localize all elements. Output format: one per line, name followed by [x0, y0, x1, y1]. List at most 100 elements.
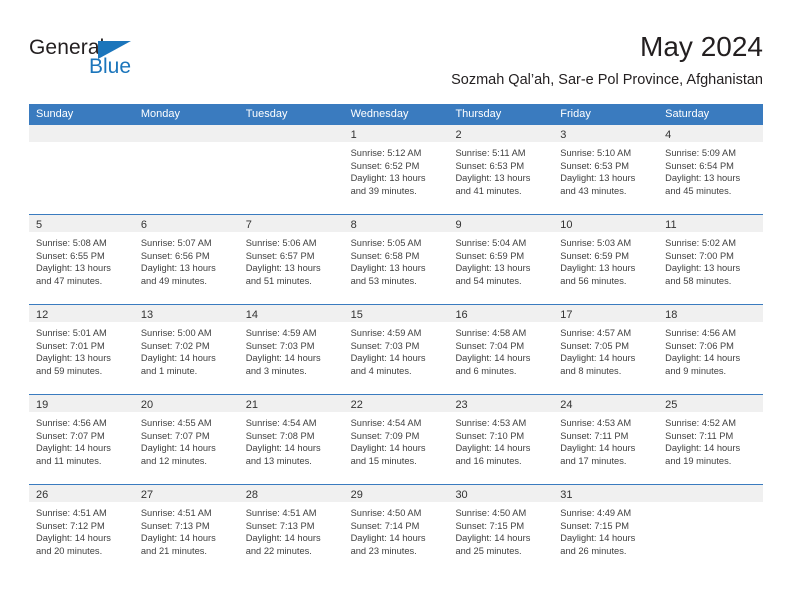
sunset-text: Sunset: 7:03 PM [350, 340, 420, 351]
daylight-text-line1: Daylight: 14 hours [140, 443, 216, 454]
calendar-day-cell[interactable]: 11 Sunrise: 5:02 AM Sunset: 7:00 PM Dayligh… [658, 215, 764, 304]
daylight-text-line2: and 22 minutes. [245, 545, 312, 556]
day-details: Sunrise: 4:57 AM Sunset: 7:05 PM Daylight:… [553, 322, 658, 383]
calendar-day-cell[interactable]: 2 Sunrise: 5:11 AM Sunset: 6:53 PM Daylight… [448, 125, 554, 214]
day-number-strip: 13 [133, 305, 239, 322]
day-details: Sunrise: 5:04 AM Sunset: 6:59 PM Daylight:… [448, 232, 553, 293]
calendar-day-cell[interactable]: 25 Sunrise: 4:52 AM Sunset: 7:11 PM Dayligh… [658, 395, 764, 484]
daylight-text-line2: and 1 minute. [140, 365, 198, 376]
day-number: 5 [36, 219, 43, 231]
calendar-day-cell[interactable]: 16 Sunrise: 4:58 AM Sunset: 7:04 PM Dayligh… [448, 305, 554, 394]
day-details: Sunrise: 5:01 AM Sunset: 7:01 PM Daylight:… [29, 322, 134, 383]
calendar-day-cell[interactable]: 26 Sunrise: 4:51 AM Sunset: 7:12 PM Dayligh… [29, 485, 134, 574]
day-number-strip: 21 [238, 395, 344, 412]
general-blue-logo[interactable]: General Blue [29, 36, 159, 84]
day-details: Sunrise: 4:56 AM Sunset: 7:06 PM Daylight:… [658, 322, 763, 383]
calendar-day-cell[interactable]: 18 Sunrise: 4:56 AM Sunset: 7:06 PM Dayligh… [658, 305, 764, 394]
sunset-text: Sunset: 6:57 PM [245, 250, 315, 261]
title-block: May 2024 Sozmah Qal’ah, Sar-e Pol Provin… [451, 30, 763, 90]
day-number: 11 [665, 219, 677, 231]
calendar-empty-cell [658, 485, 764, 574]
sunrise-text: Sunrise: 4:50 AM [455, 508, 527, 518]
day-number: 25 [665, 399, 678, 411]
calendar-week-row: 5 Sunrise: 5:08 AM Sunset: 6:55 PM Daylight… [29, 214, 764, 304]
calendar-day-cell[interactable]: 15 Sunrise: 4:59 AM Sunset: 7:03 PM Dayligh… [343, 305, 449, 394]
calendar-day-cell[interactable]: 21 Sunrise: 4:54 AM Sunset: 7:08 PM Dayligh… [238, 395, 344, 484]
page-header: General Blue May 2024 Sozmah Qal’ah, Sar… [29, 30, 763, 100]
day-number-strip: 9 [448, 215, 554, 232]
calendar-day-cell[interactable]: 8 Sunrise: 5:05 AM Sunset: 6:58 PM Daylight… [343, 215, 449, 304]
page-subtitle: Sozmah Qal’ah, Sar-e Pol Province, Afgha… [451, 72, 763, 88]
day-details: Sunrise: 5:12 AM Sunset: 6:52 PM Daylight:… [344, 142, 449, 203]
calendar-day-cell[interactable]: 14 Sunrise: 4:59 AM Sunset: 7:03 PM Dayligh… [238, 305, 344, 394]
day-details: Sunrise: 4:50 AM Sunset: 7:15 PM Daylight:… [448, 502, 553, 563]
calendar-day-cell[interactable]: 24 Sunrise: 4:53 AM Sunset: 7:11 PM Dayligh… [553, 395, 659, 484]
calendar-day-cell[interactable]: 12 Sunrise: 5:01 AM Sunset: 7:01 PM Dayligh… [29, 305, 134, 394]
sunset-text: Sunset: 7:04 PM [455, 340, 525, 351]
sunset-text: Sunset: 7:10 PM [455, 430, 525, 441]
day-number-strip [658, 485, 764, 502]
daylight-text-line1: Daylight: 14 hours [455, 353, 531, 364]
weekday-header-wednesday: Wednesday [350, 108, 409, 120]
calendar-day-cell[interactable]: 17 Sunrise: 4:57 AM Sunset: 7:05 PM Dayligh… [553, 305, 659, 394]
day-details: Sunrise: 4:51 AM Sunset: 7:13 PM Daylight:… [239, 502, 344, 563]
day-number: 10 [560, 219, 573, 231]
day-number: 19 [36, 399, 49, 411]
calendar-day-cell[interactable]: 29 Sunrise: 4:50 AM Sunset: 7:14 PM Dayligh… [343, 485, 449, 574]
day-number: 9 [455, 219, 462, 231]
day-number: 2 [455, 129, 462, 141]
daylight-text-line1: Daylight: 14 hours [36, 533, 111, 544]
day-details: Sunrise: 5:10 AM Sunset: 6:53 PM Daylight:… [553, 142, 658, 203]
calendar-day-cell[interactable]: 20 Sunrise: 4:55 AM Sunset: 7:07 PM Dayligh… [133, 395, 239, 484]
daylight-text-line1: Daylight: 14 hours [560, 353, 636, 364]
sunset-text: Sunset: 7:06 PM [665, 340, 734, 351]
sunrise-text: Sunrise: 4:52 AM [665, 418, 736, 428]
weekday-header-sunday: Sunday [36, 108, 74, 120]
calendar-day-cell[interactable]: 3 Sunrise: 5:10 AM Sunset: 6:53 PM Daylight… [553, 125, 659, 214]
daylight-text-line1: Daylight: 13 hours [36, 353, 111, 364]
day-number: 6 [140, 219, 147, 231]
daylight-text-line1: Daylight: 14 hours [350, 353, 426, 364]
day-details: Sunrise: 4:58 AM Sunset: 7:04 PM Daylight:… [448, 322, 553, 383]
calendar-day-cell[interactable]: 31 Sunrise: 4:49 AM Sunset: 7:15 PM Dayligh… [553, 485, 659, 574]
sunrise-text: Sunrise: 4:49 AM [560, 508, 632, 518]
sunset-text: Sunset: 7:13 PM [140, 520, 210, 531]
daylight-text-line1: Daylight: 14 hours [560, 533, 636, 544]
daylight-text-line2: and 43 minutes. [560, 185, 627, 196]
calendar-day-cell[interactable]: 22 Sunrise: 4:54 AM Sunset: 7:09 PM Dayligh… [343, 395, 449, 484]
logo-text-blue: Blue [89, 55, 132, 78]
day-number: 26 [36, 489, 49, 501]
sunset-text: Sunset: 7:07 PM [36, 430, 105, 441]
day-number: 31 [560, 489, 573, 501]
calendar-day-cell[interactable]: 5 Sunrise: 5:08 AM Sunset: 6:55 PM Daylight… [29, 215, 134, 304]
weekday-header-thursday: Thursday [455, 108, 502, 120]
calendar-day-cell[interactable]: 27 Sunrise: 4:51 AM Sunset: 7:13 PM Dayligh… [133, 485, 239, 574]
calendar-day-cell[interactable]: 6 Sunrise: 5:07 AM Sunset: 6:56 PM Daylight… [133, 215, 239, 304]
sunrise-text: Sunrise: 4:51 AM [140, 508, 212, 518]
day-details [239, 142, 344, 153]
weekday-header-row: Sunday Monday Tuesday Wednesday Thursday Frid… [29, 104, 763, 125]
daylight-text-line2: and 3 minutes. [245, 365, 307, 376]
sunrise-text: Sunrise: 5:07 AM [140, 238, 212, 248]
daylight-text-line2: and 12 minutes. [140, 455, 208, 466]
daylight-text-line2: and 26 minutes. [560, 545, 627, 556]
calendar-day-cell[interactable]: 19 Sunrise: 4:56 AM Sunset: 7:07 PM Dayligh… [29, 395, 134, 484]
sunrise-text: Sunrise: 5:12 AM [350, 148, 422, 158]
day-details: Sunrise: 5:05 AM Sunset: 6:58 PM Daylight:… [344, 232, 449, 293]
calendar-day-cell[interactable]: 4 Sunrise: 5:09 AM Sunset: 6:54 PM Daylight… [658, 125, 764, 214]
sunset-text: Sunset: 6:53 PM [455, 160, 525, 171]
day-number: 18 [665, 309, 678, 321]
calendar-day-cell[interactable]: 9 Sunrise: 5:04 AM Sunset: 6:59 PM Daylight… [448, 215, 554, 304]
sunrise-text: Sunrise: 4:54 AM [245, 418, 317, 428]
daylight-text-line2: and 20 minutes. [36, 545, 103, 556]
calendar-day-cell[interactable]: 7 Sunrise: 5:06 AM Sunset: 6:57 PM Daylight… [238, 215, 344, 304]
calendar-day-cell[interactable]: 13 Sunrise: 5:00 AM Sunset: 7:02 PM Dayligh… [133, 305, 239, 394]
calendar-day-cell[interactable]: 30 Sunrise: 4:50 AM Sunset: 7:15 PM Dayligh… [448, 485, 554, 574]
calendar-day-cell[interactable]: 28 Sunrise: 4:51 AM Sunset: 7:13 PM Dayligh… [238, 485, 344, 574]
sunrise-text: Sunrise: 5:11 AM [455, 148, 526, 158]
calendar-day-cell[interactable]: 23 Sunrise: 4:53 AM Sunset: 7:10 PM Dayligh… [448, 395, 554, 484]
sunrise-text: Sunrise: 5:01 AM [36, 328, 107, 338]
daylight-text-line1: Daylight: 13 hours [455, 263, 531, 274]
calendar-day-cell[interactable]: 10 Sunrise: 5:03 AM Sunset: 6:59 PM Dayligh… [553, 215, 659, 304]
calendar-day-cell[interactable]: 1 Sunrise: 5:12 AM Sunset: 6:52 PM Daylight… [343, 125, 449, 214]
